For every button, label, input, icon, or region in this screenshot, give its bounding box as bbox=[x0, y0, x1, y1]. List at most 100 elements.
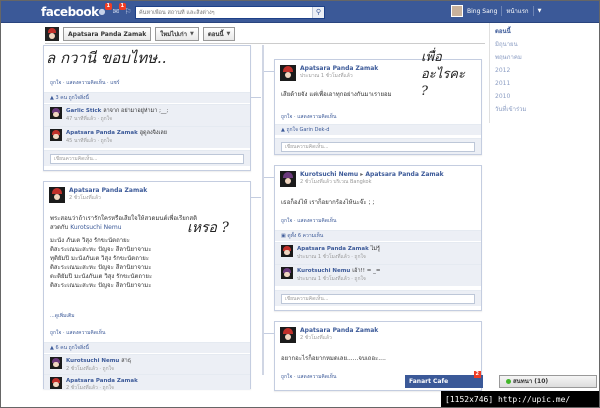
period-now-button[interactable]: ตอนนี้ ▼ bbox=[202, 27, 236, 41]
comment-meta[interactable]: 45 นาทีที่แล้ว · ถูกใจ bbox=[66, 137, 167, 145]
likes-summary[interactable]: ▲ 6 คน ถูกใจสิ่งนี้ bbox=[44, 342, 250, 353]
post-timestamp[interactable]: 2 ชั่วโมงที่แล้ว bbox=[300, 335, 378, 342]
year-link-may[interactable]: พฤษภาคม bbox=[495, 53, 522, 63]
post-actions[interactable]: ถูกใจ · แสดงความคิดเห็น bbox=[275, 216, 481, 227]
commenter-avatar[interactable] bbox=[50, 107, 62, 119]
likes-count: 6 คน ถูกใจสิ่งนี้ bbox=[55, 345, 89, 351]
chant-line: มะนัง ภันเต วิสุง รักขะนัตถายะ bbox=[50, 237, 130, 244]
author-avatar[interactable] bbox=[280, 327, 296, 343]
commenter-name[interactable]: Kurotsuchi Nemu bbox=[297, 268, 350, 274]
year-navigation: ตอนนี้ มิถุนายน พฤษภาคม 2012 2011 2010 ว… bbox=[489, 23, 599, 123]
post-actions[interactable]: ถูกใจ · แสดงความคิดเห็น · แชร์ bbox=[44, 78, 250, 89]
commenter-name[interactable]: Garlic Stick bbox=[66, 108, 101, 114]
fanart-cafe-badge: 2 bbox=[473, 371, 481, 378]
comment-meta[interactable]: ประมาณ 1 ชั่วโมงที่แล้ว · ถูกใจ bbox=[297, 253, 380, 261]
year-link-now[interactable]: ตอนนี้ bbox=[495, 27, 511, 37]
arrow-right-icon: ▸ bbox=[360, 171, 364, 178]
target-name[interactable]: Apatsara Panda Zamak bbox=[365, 171, 443, 178]
write-comment-input[interactable]: เขียนความคิดเห็น... bbox=[281, 294, 475, 304]
author-name[interactable]: Apatsara Panda Zamak bbox=[300, 65, 378, 73]
tagged-friend-link[interactable]: Kurotsuchi Nemu bbox=[70, 224, 121, 231]
post-timestamp[interactable]: ประมาณ 1 ชั่วโมงที่แล้ว bbox=[300, 73, 378, 80]
wall-post-heading: Kurotsuchi Nemu ▸ Apatsara Panda Zamak bbox=[300, 171, 444, 179]
fanart-cafe-chat-tab[interactable]: Fanart Cafe 2 bbox=[405, 371, 483, 388]
see-more-link[interactable]: ...ดูเพิ่มเติม bbox=[50, 312, 75, 320]
comment-bubble-icon: ▣ bbox=[281, 233, 286, 239]
post-card-4: Kurotsuchi Nemu ▸ Apatsara Panda Zamak 2… bbox=[274, 165, 482, 311]
commenter-name[interactable]: Kurotsuchi Nemu bbox=[66, 358, 119, 364]
year-link-2011[interactable]: 2011 bbox=[495, 79, 510, 89]
home-link[interactable]: หน้าแรก bbox=[506, 6, 528, 16]
commenter-avatar[interactable] bbox=[50, 377, 62, 389]
year-link-2010[interactable]: 2010 bbox=[495, 92, 510, 102]
chant-line: ติสะระเณนะสะหะ ปัญจะ สีลานิยาจามะ bbox=[50, 246, 152, 253]
thumbs-up-icon: ▲ bbox=[50, 345, 54, 351]
chant-line: ทุติยัมปิ มะนังภันเต วิสุง รักขะนัตถายะ bbox=[50, 255, 149, 262]
year-link-2012[interactable]: 2012 bbox=[495, 66, 510, 76]
likes-count: 3 คน ถูกใจสิ่งนี้ bbox=[55, 95, 89, 101]
account-menu-icon[interactable]: ▼ bbox=[538, 8, 542, 14]
write-comment-input[interactable]: เขียนความคิดเห็น... bbox=[281, 142, 475, 152]
friend-requests-icon[interactable]: ● 1 bbox=[97, 3, 112, 17]
author-avatar[interactable] bbox=[49, 187, 65, 203]
comment-text: ไม่รู้ bbox=[370, 246, 381, 252]
commenter-name[interactable]: Apatsara Panda Zamak bbox=[297, 246, 369, 252]
divider bbox=[45, 43, 485, 44]
notifications-icon[interactable]: ⚐ bbox=[123, 7, 133, 17]
user-area: Bing Sang หน้าแรก ▼ bbox=[451, 5, 541, 17]
comment-meta[interactable]: 2 ชั่วโมงที่แล้ว · ถูกใจ bbox=[66, 365, 131, 373]
fanart-cafe-label: Fanart Cafe bbox=[409, 378, 449, 385]
user-avatar[interactable] bbox=[451, 5, 463, 17]
facebook-logo[interactable]: facebook bbox=[41, 5, 99, 19]
author-name[interactable]: Apatsara Panda Zamak bbox=[69, 187, 147, 195]
post-header: Apatsara Panda Zamak 2 ชั่วโมงที่แล้ว bbox=[49, 187, 147, 203]
handwriting-note: ล กวานี ขอบไทษ.. bbox=[46, 49, 167, 67]
post-timestamp[interactable]: 2 ชั่วโมงที่แล้ว บริเวณ Bangkok bbox=[300, 179, 444, 186]
chevron-down-icon: ▼ bbox=[226, 31, 231, 37]
profile-name-button[interactable]: Apatsara Panda Zamak bbox=[63, 27, 152, 41]
comment-meta[interactable]: 47 นาทีที่แล้ว · ถูกใจ bbox=[66, 115, 168, 123]
post-header: Kurotsuchi Nemu ▸ Apatsara Panda Zamak 2… bbox=[280, 171, 444, 187]
write-comment-input[interactable]: เขียนความคิดเห็น... bbox=[50, 154, 244, 164]
commenter-avatar[interactable] bbox=[50, 357, 62, 369]
post-actions[interactable]: ถูกใจ · แสดงความคิดเห็น bbox=[44, 328, 250, 339]
thumbs-up-icon: ▲ bbox=[50, 95, 54, 101]
search-input[interactable] bbox=[136, 7, 312, 18]
sort-recent-button[interactable]: ใหม่ไปเก่า ▼ bbox=[155, 27, 199, 41]
timeline-connector bbox=[264, 177, 274, 178]
view-comments-link[interactable]: ▣ ดูทั้ง 6 ความเห็น bbox=[275, 230, 481, 241]
commenter-avatar[interactable] bbox=[281, 267, 293, 279]
profile-name-label: Apatsara Panda Zamak bbox=[68, 30, 147, 38]
commenter-name[interactable]: Apatsara Panda Zamak bbox=[66, 130, 138, 136]
chat-sidebar-toggle[interactable]: สนทนา (10) bbox=[499, 375, 597, 388]
author-avatar[interactable] bbox=[280, 171, 296, 187]
comment-meta[interactable]: 2 ชั่วโมงที่แล้ว · ถูกใจ bbox=[66, 384, 138, 392]
author-name[interactable]: Apatsara Panda Zamak bbox=[300, 327, 378, 335]
view-comments-label: ดูทั้ง 6 ความเห็น bbox=[287, 233, 324, 239]
chevron-down-icon: ▼ bbox=[189, 31, 194, 37]
user-name-link[interactable]: Bing Sang bbox=[467, 8, 497, 15]
search-icon[interactable]: ⚲ bbox=[312, 7, 324, 18]
likes-summary[interactable]: ▲ 3 คน ถูกใจสิ่งนี้ bbox=[44, 92, 250, 103]
year-link-june[interactable]: มิถุนายน bbox=[495, 40, 518, 50]
messages-icon[interactable]: ✉ 1 bbox=[111, 3, 126, 17]
comment: Apatsara Panda Zamak ไม่รู้ ประมาณ 1 ชั่… bbox=[275, 242, 481, 264]
comment-composer: เขียนความคิดเห็น... bbox=[275, 290, 481, 306]
post-card-3: Apatsara Panda Zamak 2 ชั่วโมงที่แล้ว พร… bbox=[43, 181, 251, 392]
comment-meta[interactable]: ประมาณ 1 ชั่วโมงที่แล้ว · ถูกใจ bbox=[297, 275, 380, 283]
year-link-joined[interactable]: วันที่เข้าร่วม bbox=[495, 105, 527, 115]
commenter-avatar[interactable] bbox=[281, 245, 293, 257]
post-text: เธอก็อง่ไห้ เราก็อยากร้องไห้นะจ๊ะ ; ; bbox=[281, 199, 375, 206]
commenter-avatar[interactable] bbox=[50, 129, 62, 141]
comment-composer: เขียนความคิดเห็น... bbox=[44, 150, 250, 166]
chant-line: ติสะระเณนะสะหะ ปัญจะ สีลานิยาจามะ bbox=[50, 264, 152, 271]
likes-summary[interactable]: ▲ ถูกใจ Garin Dek-d bbox=[275, 124, 481, 135]
online-status-icon bbox=[506, 379, 511, 384]
post-text: อยากอะไรก็อยากหมดเลย......จบเถอะ.... bbox=[281, 355, 386, 362]
comment-text: สาธุ bbox=[121, 358, 132, 364]
author-avatar[interactable] bbox=[280, 65, 296, 81]
author-name[interactable]: Kurotsuchi Nemu bbox=[300, 171, 358, 178]
post-timestamp[interactable]: 2 ชั่วโมงที่แล้ว bbox=[69, 195, 147, 202]
post-actions[interactable]: ถูกใจ · แสดงความคิดเห็น bbox=[275, 112, 481, 123]
profile-thumbnail[interactable] bbox=[45, 27, 59, 41]
